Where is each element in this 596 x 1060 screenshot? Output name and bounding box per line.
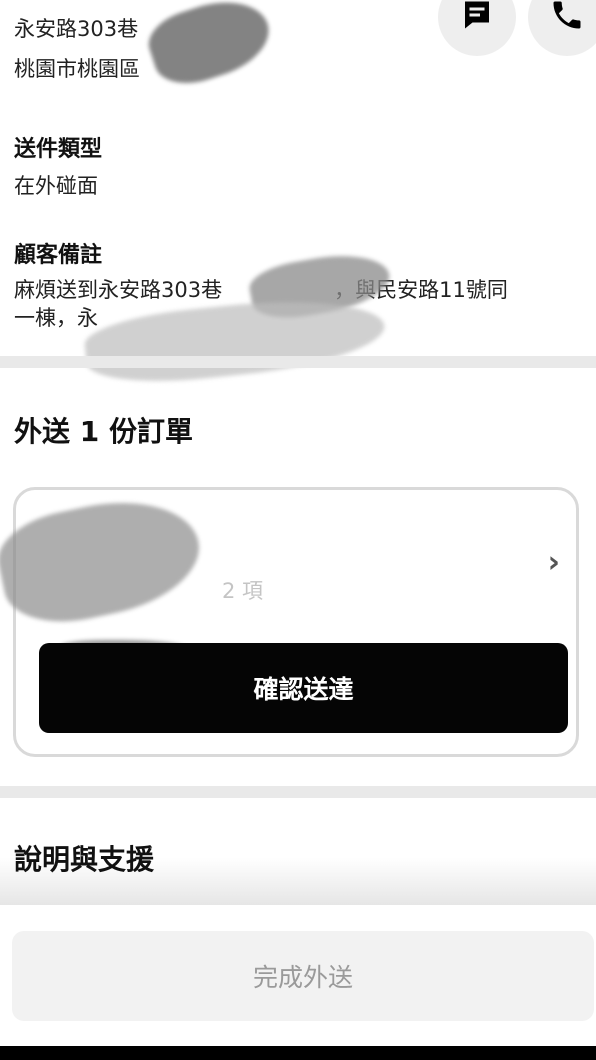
message-button[interactable] — [438, 0, 516, 56]
confirm-delivery-button[interactable]: 確認送達 — [39, 643, 568, 733]
address-line-2: 桃園市桃園區 — [14, 57, 140, 81]
customer-note-label: 顧客備註 — [14, 243, 103, 268]
bottom-bar — [0, 1046, 596, 1060]
customer-note-line2-prefix: 一棟，永 — [14, 306, 98, 330]
customer-note-line1-prefix: 麻煩送到永安路303巷 — [14, 278, 223, 302]
redaction-scribble — [141, 0, 279, 94]
address-line-1: 永安路303巷 — [14, 17, 139, 41]
help-title[interactable]: 說明與支援 — [14, 838, 154, 878]
message-icon — [459, 0, 495, 37]
complete-delivery-button[interactable]: 完成外送 — [12, 931, 594, 1021]
delivery-type-label: 送件類型 — [14, 137, 103, 162]
section-divider — [0, 786, 596, 798]
phone-icon — [549, 0, 585, 37]
section-divider — [0, 356, 596, 368]
chevron-right-icon[interactable]: › — [548, 545, 560, 580]
orders-title: 外送 1 份訂單 — [14, 415, 193, 448]
phone-button[interactable] — [528, 0, 596, 56]
delivery-type-value: 在外碰面 — [14, 174, 98, 198]
order-item-count: 2 項 — [222, 579, 264, 603]
